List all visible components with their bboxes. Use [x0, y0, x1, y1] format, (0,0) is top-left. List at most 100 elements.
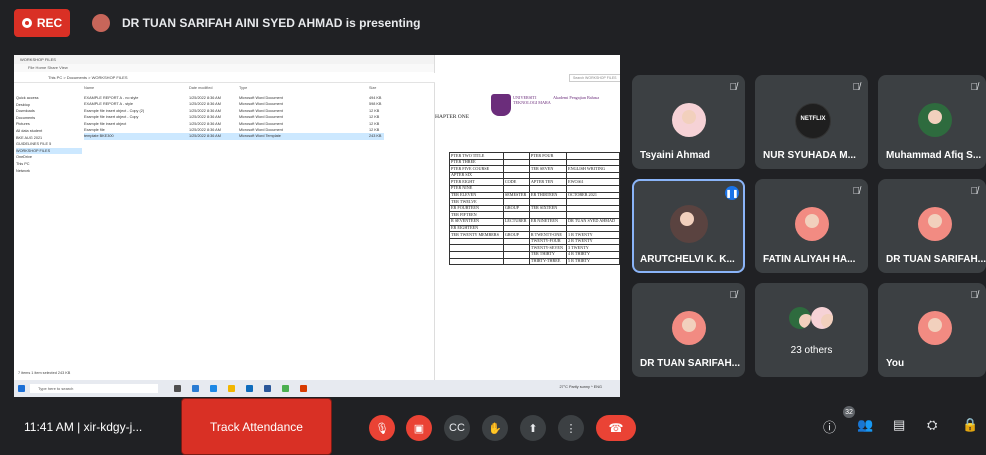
raise-hand-button[interactable]: ✋: [482, 415, 508, 441]
avatar: [670, 205, 708, 243]
cover-table-cell: TER SEVEN: [528, 165, 568, 173]
cover-table-cell: 5 R THIRTY: [566, 257, 620, 266]
participant-name: Tsyaini Ahmad: [640, 150, 711, 161]
cover-table-cell: [502, 250, 530, 259]
explorer-file-list: EXAMPLE REPORT A - no style 1/25/2022 8:3…: [84, 95, 384, 140]
university-name: UNIVERSITI TEKNOLOGI MARA: [513, 95, 551, 105]
cover-table-cell: LECTURER: [502, 217, 530, 226]
info-icon[interactable]: ⓘ: [823, 417, 836, 436]
cover-table-cell: [566, 204, 620, 213]
cover-table-cell: OCTOBER 2021: [566, 191, 620, 200]
explorer-sidebar: Quick access Desktop Downloads Documents…: [16, 95, 82, 174]
cover-table-row: PTER THREE: [449, 158, 620, 167]
people-icon[interactable]: 👥: [857, 417, 873, 433]
captions-button[interactable]: CC: [444, 415, 470, 441]
activities-icon[interactable]: ⛭: [927, 417, 937, 433]
cover-table-cell: [566, 171, 620, 180]
sidebar-item: Pictures: [16, 122, 30, 127]
mic-off-icon: 🎙̸: [852, 82, 861, 93]
cover-table-cell: TER THIRTY: [528, 250, 568, 259]
cover-table-cell: TER SIXTEEN: [528, 204, 568, 213]
cover-table-cell: [566, 158, 620, 167]
recording-indicator: REC: [14, 9, 70, 37]
sidebar-item: BKE AUG 2021: [16, 135, 43, 140]
participant-tile[interactable]: NETFLIX 🎙̸ NUR SYUHADA M...: [755, 75, 868, 169]
others-tile[interactable]: 23 others: [755, 283, 868, 377]
column-header: Type: [239, 86, 248, 90]
explorer-search-box: Search WORKSHOP FILES: [569, 74, 620, 82]
cover-table-cell: GROUP: [502, 204, 530, 213]
presenting-text: DR TUAN SARIFAH AINI SYED AHMAD is prese…: [122, 16, 421, 30]
leave-call-button[interactable]: ☎: [596, 415, 636, 441]
mic-off-icon: 🎙̸: [970, 290, 979, 301]
cover-table-cell: [502, 244, 530, 252]
cover-table-row: TER FIFTEEN: [449, 211, 620, 219]
mic-off-icon: 🎙̸: [852, 186, 861, 197]
cover-table-cell: THIRTY-THREE: [528, 257, 568, 266]
academy-name: Akademi Pengajian Bahasa: [553, 95, 600, 100]
cover-table-cell: EWC661: [566, 178, 620, 186]
mic-off-button[interactable]: 🎙: [369, 415, 395, 441]
cover-table-cell: [502, 184, 530, 193]
avatar: [918, 311, 952, 345]
mail-icon: [246, 385, 253, 392]
track-attendance-button[interactable]: Track Attendance: [181, 398, 332, 455]
cover-table-cell: ER NINETEEN: [528, 217, 568, 226]
cover-table-cell: [502, 152, 530, 160]
cover-table-cell: ER FOURTEEN: [449, 204, 504, 213]
present-button[interactable]: ⬆: [520, 415, 546, 441]
cover-table-cell: PTER TWO TITLE: [449, 152, 504, 160]
participant-tile[interactable]: 🎙̸ DR TUAN SARIFAH...: [632, 283, 745, 377]
avatar: [918, 207, 952, 241]
store-icon: [210, 385, 217, 392]
participant-tile[interactable]: 🎙̸ Muhammad Afiq S...: [878, 75, 986, 169]
more-options-button[interactable]: ⋮: [558, 415, 584, 441]
host-controls-icon[interactable]: 🔒: [962, 417, 978, 433]
cover-table-cell: DR TUAN SYED AHMAD: [566, 217, 620, 226]
cover-table-cell: [449, 250, 504, 259]
mic-off-icon: 🎙̸: [970, 186, 979, 197]
participant-tile[interactable]: 🎙̸ Tsyaini Ahmad: [632, 75, 745, 169]
cover-table: PTER TWO TITLE PTER FOUR PTER THREE PTER FI…: [449, 152, 620, 266]
participant-tile-speaking[interactable]: ❚❚ ARUTCHELVI K. K...: [632, 179, 745, 273]
cover-table-cell: [566, 198, 620, 206]
cover-table-row: APTER SIX: [449, 171, 620, 180]
cover-table-cell: TWENTY-FOUR: [528, 237, 568, 246]
rec-label: REC: [36, 16, 63, 30]
word-icon: [264, 385, 271, 392]
sidebar-item: WORKSHOP FILES: [16, 147, 82, 155]
record-icon: [21, 18, 32, 28]
sidebar-item: Quick access: [16, 96, 39, 100]
cover-table-cell: GROUP: [502, 231, 530, 239]
cover-table-cell: PTER THREE: [449, 158, 504, 167]
cover-table-cell: [566, 184, 620, 193]
cover-table-cell: [528, 171, 568, 180]
cover-table-row: TWENTY-SEVEN 3 TWENTY: [449, 244, 620, 252]
cover-table-cell: APTER TEN: [528, 178, 568, 186]
cover-table-cell: [566, 211, 620, 219]
uitm-logo: [491, 94, 511, 116]
participant-tile[interactable]: 🎙̸ FATIN ALIYAH HA...: [755, 179, 868, 273]
avatar: [672, 103, 706, 137]
windows-start-icon: [18, 385, 25, 392]
avatar: [918, 103, 952, 137]
participant-tile[interactable]: 🎙̸ DR TUAN SARIFAH...: [878, 179, 986, 273]
cover-table-cell: 3 TWENTY: [566, 244, 620, 252]
cover-table-row: TER ELEVEN SEMESTER ER THIRTEEN OCTOBER 202…: [449, 191, 620, 200]
cover-table-row: PTER EIGHT CODE APTER TEN EWC661: [449, 178, 620, 186]
cover-table-cell: ENGLISH WRITING: [566, 165, 620, 173]
self-tile[interactable]: 🎙̸ You: [878, 283, 986, 377]
cover-table-cell: PTER EIGHT: [449, 178, 504, 186]
sidebar-item: OneDrive: [16, 155, 33, 160]
presenter-avatar: [92, 14, 110, 32]
chat-icon[interactable]: ▤: [893, 417, 905, 433]
mic-off-icon: 🎙̸: [729, 82, 738, 93]
cover-table-row: THIRTY-THREE 5 R THIRTY: [449, 257, 620, 266]
cover-table-row: TWENTY-FOUR 2 R TWENTY: [449, 237, 620, 246]
cover-table-cell: [528, 158, 568, 167]
shared-screen: WORKSHOP FILES File Home Share View Name…: [14, 55, 620, 397]
column-header: Size: [369, 86, 377, 90]
camera-off-button[interactable]: ▣: [406, 415, 432, 441]
participant-count-badge: 32: [843, 406, 855, 418]
cover-table-cell: TER FIFTEEN: [449, 211, 504, 219]
